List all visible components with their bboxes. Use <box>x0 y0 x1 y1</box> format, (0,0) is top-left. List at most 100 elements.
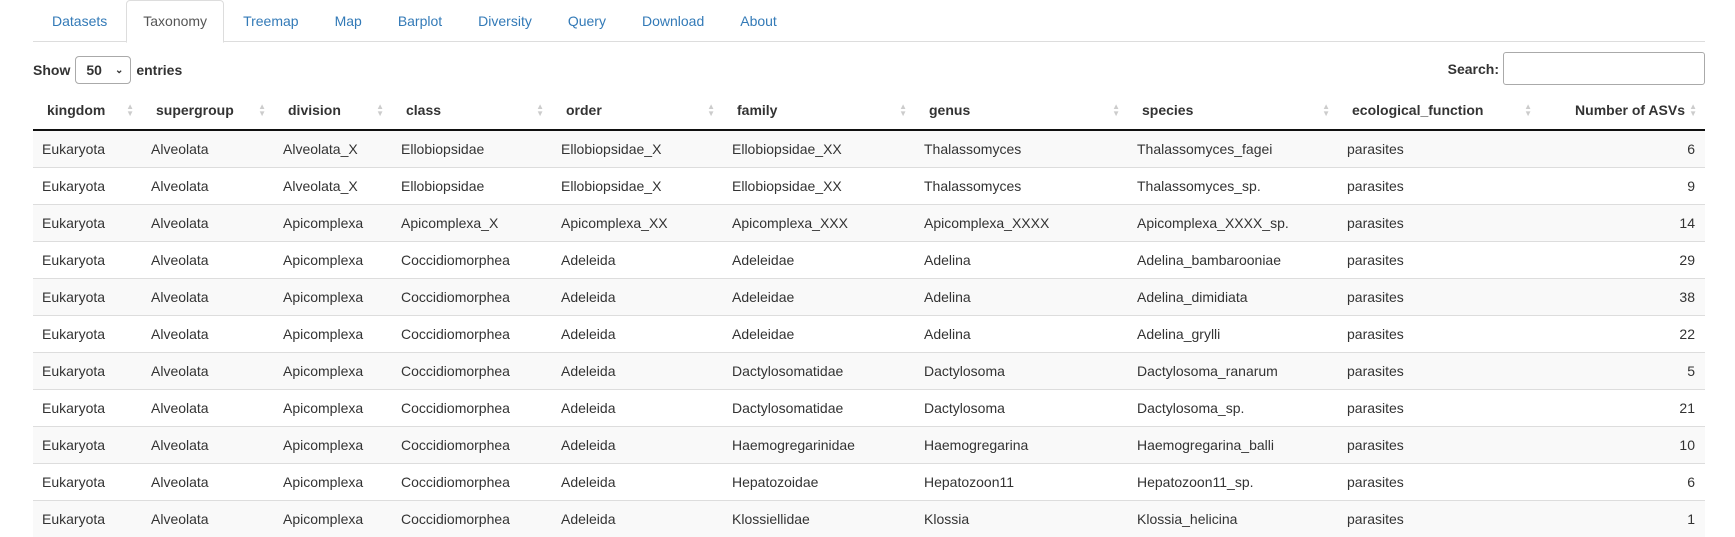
cell-species: Dactylosoma_sp. <box>1128 388 1338 426</box>
tab-datasets[interactable]: Datasets <box>35 0 124 41</box>
cell-division: Alveolata_X <box>274 129 392 167</box>
cell-supergroup: Alveolata <box>142 462 274 500</box>
cell-supergroup: Alveolata <box>142 129 274 167</box>
cell-division: Alveolata_X <box>274 166 392 204</box>
cell-number-of-asvs: 6 <box>1540 462 1705 500</box>
cell-division: Apicomplexa <box>274 314 392 352</box>
cell-genus: Hepatozoon11 <box>915 462 1128 500</box>
cell-kingdom: Eukaryota <box>33 425 142 463</box>
column-header-class[interactable]: class ▲ ▼ <box>392 90 552 131</box>
sort-icon[interactable]: ▲ ▼ <box>376 103 384 118</box>
chevron-down-icon: ⌄ <box>114 64 124 76</box>
column-header-label: division <box>288 101 341 118</box>
cell-genus: Adelina <box>915 240 1128 278</box>
cell-division: Apicomplexa <box>274 240 392 278</box>
sort-icon[interactable]: ▲ ▼ <box>536 103 544 118</box>
cell-genus: Adelina <box>915 314 1128 352</box>
entries-select[interactable]: 50 ⌄ <box>75 56 132 84</box>
cell-kingdom: Eukaryota <box>33 129 142 167</box>
cell-supergroup: Alveolata <box>142 166 274 204</box>
tab-map[interactable]: Map <box>318 0 379 41</box>
cell-class: Coccidiomorphea <box>392 425 552 463</box>
cell-number-of-asvs: 6 <box>1540 129 1705 167</box>
column-header-division[interactable]: division ▲ ▼ <box>274 90 392 131</box>
cell-number-of-asvs: 29 <box>1540 240 1705 278</box>
search-input[interactable] <box>1503 52 1705 85</box>
cell-genus: Thalassomyces <box>915 129 1128 167</box>
table-row: Eukaryota Alveolata Apicomplexa Coccidiomor… <box>33 314 1705 352</box>
cell-class: Coccidiomorphea <box>392 277 552 315</box>
sort-icon[interactable]: ▲ ▼ <box>899 103 907 118</box>
cell-class: Ellobiopsidae <box>392 166 552 204</box>
column-header-kingdom[interactable]: kingdom ▲ ▼ <box>33 90 142 131</box>
sort-icon[interactable]: ▲ ▼ <box>707 103 715 118</box>
cell-family: Klossiellidae <box>723 499 915 537</box>
cell-supergroup: Alveolata <box>142 314 274 352</box>
cell-kingdom: Eukaryota <box>33 499 142 537</box>
cell-family: Dactylosomatidae <box>723 388 915 426</box>
tab-taxonomy[interactable]: Taxonomy <box>126 0 225 43</box>
cell-family: Hepatozoidae <box>723 462 915 500</box>
cell-order: Adeleida <box>552 277 723 315</box>
sort-icon[interactable]: ▲ ▼ <box>126 103 134 118</box>
column-header-species[interactable]: species ▲ ▼ <box>1128 90 1338 131</box>
tab-download[interactable]: Download <box>625 0 721 41</box>
tab-query[interactable]: Query <box>551 0 623 41</box>
sort-icon[interactable]: ▲ ▼ <box>1322 103 1330 118</box>
cell-genus: Dactylosoma <box>915 388 1128 426</box>
nav-tabs: Datasets Taxonomy Treemap Map Barplot Diversi… <box>33 0 1705 43</box>
table-row: Eukaryota Alveolata Apicomplexa Coccidiomor… <box>33 351 1705 389</box>
column-header-number-of-asvs[interactable]: Number of ASVs ▲ ▼ <box>1540 90 1705 131</box>
cell-division: Apicomplexa <box>274 277 392 315</box>
cell-order: Adeleida <box>552 351 723 389</box>
column-header-label: family <box>737 101 778 118</box>
cell-kingdom: Eukaryota <box>33 203 142 241</box>
cell-order: Adeleida <box>552 314 723 352</box>
sort-icon[interactable]: ▲ ▼ <box>1112 103 1120 118</box>
table-row: Eukaryota Alveolata Apicomplexa Coccidiomor… <box>33 499 1705 537</box>
cell-kingdom: Eukaryota <box>33 462 142 500</box>
cell-number-of-asvs: 38 <box>1540 277 1705 315</box>
sort-icon[interactable]: ▲ ▼ <box>1689 103 1697 118</box>
cell-ecological-function: parasites <box>1338 425 1540 463</box>
cell-class: Coccidiomorphea <box>392 462 552 500</box>
column-header-family[interactable]: family ▲ ▼ <box>723 90 915 131</box>
column-header-ecological-function[interactable]: ecological_function ▲ ▼ <box>1338 90 1540 131</box>
column-header-order[interactable]: order ▲ ▼ <box>552 90 723 131</box>
column-header-genus[interactable]: genus ▲ ▼ <box>915 90 1128 131</box>
search-control: Search: <box>1448 52 1705 85</box>
cell-division: Apicomplexa <box>274 351 392 389</box>
column-header-label: Number of ASVs <box>1575 101 1685 118</box>
cell-family: Ellobiopsidae_XX <box>723 166 915 204</box>
table-row: Eukaryota Alveolata Apicomplexa Coccidiomor… <box>33 240 1705 278</box>
table-row: Eukaryota Alveolata Apicomplexa Apicomplexa… <box>33 203 1705 241</box>
table-row: Eukaryota Alveolata Apicomplexa Coccidiomor… <box>33 277 1705 315</box>
cell-ecological-function: parasites <box>1338 388 1540 426</box>
cell-class: Coccidiomorphea <box>392 314 552 352</box>
cell-order: Adeleida <box>552 388 723 426</box>
tab-barplot[interactable]: Barplot <box>381 0 459 41</box>
column-header-label: class <box>406 101 442 118</box>
tab-about[interactable]: About <box>723 0 794 41</box>
column-header-label: order <box>566 101 602 118</box>
table-row: Eukaryota Alveolata Alveolata_X Ellobiopsid… <box>33 129 1705 167</box>
cell-ecological-function: parasites <box>1338 240 1540 278</box>
cell-order: Apicomplexa_XX <box>552 203 723 241</box>
column-header-supergroup[interactable]: supergroup ▲ ▼ <box>142 90 274 131</box>
cell-order: Adeleida <box>552 499 723 537</box>
cell-ecological-function: parasites <box>1338 277 1540 315</box>
cell-family: Adeleidae <box>723 240 915 278</box>
cell-kingdom: Eukaryota <box>33 388 142 426</box>
cell-genus: Adelina <box>915 277 1128 315</box>
cell-kingdom: Eukaryota <box>33 277 142 315</box>
sort-icon[interactable]: ▲ ▼ <box>258 103 266 118</box>
cell-division: Apicomplexa <box>274 499 392 537</box>
tab-treemap[interactable]: Treemap <box>226 0 316 41</box>
show-label: Show <box>33 62 71 78</box>
cell-kingdom: Eukaryota <box>33 166 142 204</box>
cell-number-of-asvs: 1 <box>1540 499 1705 537</box>
entries-value: 50 <box>86 62 102 78</box>
cell-supergroup: Alveolata <box>142 388 274 426</box>
sort-icon[interactable]: ▲ ▼ <box>1524 103 1532 118</box>
tab-diversity[interactable]: Diversity <box>461 0 549 41</box>
